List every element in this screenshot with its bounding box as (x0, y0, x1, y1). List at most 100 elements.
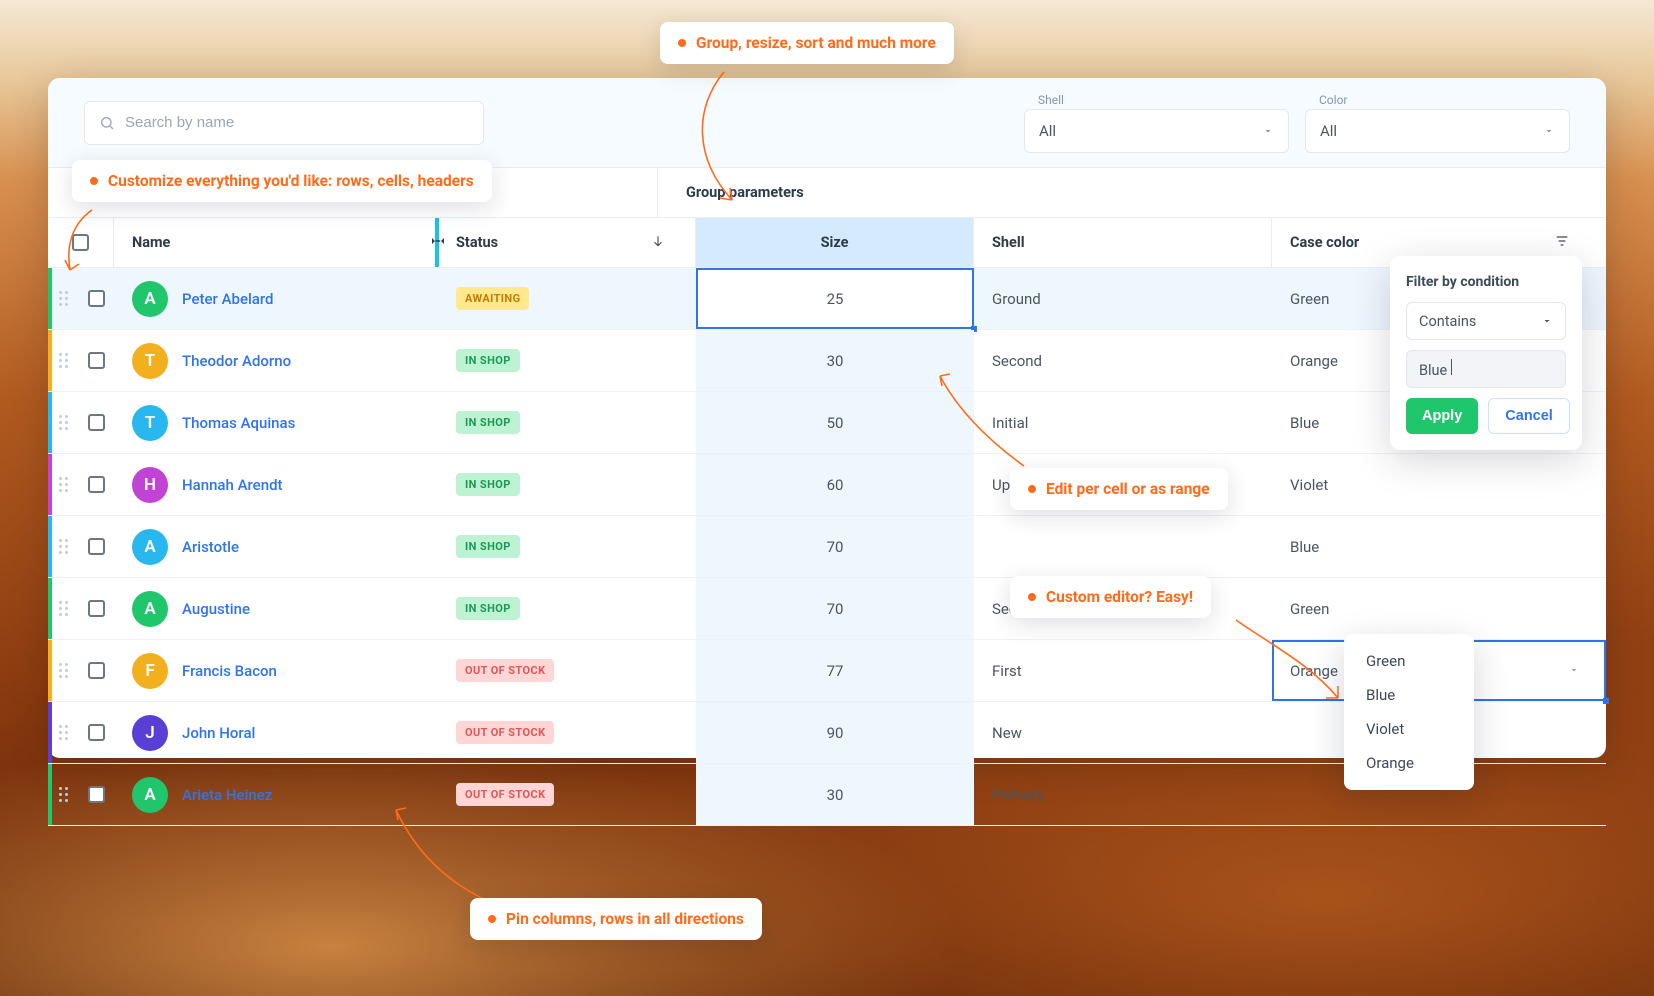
name-cell[interactable]: F Francis Bacon (114, 640, 438, 701)
drag-handle-icon[interactable] (48, 640, 78, 701)
name-cell[interactable]: JJohn Horal (114, 702, 438, 763)
drag-handle-icon[interactable] (48, 578, 78, 639)
size-cell[interactable]: 30 (696, 764, 974, 825)
resize-handle-icon[interactable] (429, 232, 447, 254)
table-row[interactable]: TTheodor AdornoIN SHOP30SecondOrange (48, 330, 1606, 392)
cancel-button[interactable]: Cancel (1488, 398, 1570, 434)
shell-filter-select[interactable]: All (1024, 109, 1289, 153)
case-color-cell[interactable]: Green (1272, 578, 1606, 639)
name-cell[interactable]: APeter Abelard (114, 268, 438, 329)
size-cell[interactable]: 77 (696, 640, 974, 701)
name-link[interactable]: Theodor Adorno (182, 352, 291, 370)
row-checkbox[interactable] (88, 662, 105, 679)
color-filter-select[interactable]: All (1305, 109, 1570, 153)
status-badge: OUT OF STOCK (456, 783, 554, 806)
search-input[interactable] (125, 114, 469, 131)
bullet-icon (90, 177, 98, 185)
status-badge: IN SHOP (456, 535, 520, 558)
search-input-wrapper[interactable] (84, 101, 484, 145)
size-cell[interactable]: 70 (696, 578, 974, 639)
dropdown-option[interactable]: Blue (1344, 678, 1474, 712)
drag-handle-icon[interactable] (48, 454, 78, 515)
chevron-down-icon[interactable] (1568, 662, 1580, 680)
row-checkbox[interactable] (88, 786, 105, 803)
status-badge: IN SHOP (456, 411, 520, 434)
size-cell[interactable]: 70 (696, 516, 974, 577)
shell-cell[interactable]: Initial (974, 392, 1272, 453)
name-link[interactable]: Peter Abelard (182, 290, 274, 308)
header-size[interactable]: Size (696, 218, 974, 267)
shell-cell[interactable]: Second (974, 330, 1272, 391)
header-name[interactable]: Name (114, 218, 438, 267)
row-checkbox[interactable] (88, 352, 105, 369)
row-checkbox[interactable] (88, 600, 105, 617)
name-cell[interactable]: AArieta Heinez (114, 764, 438, 825)
row-checkbox-cell[interactable] (78, 392, 114, 453)
header-status[interactable]: Status (438, 218, 696, 267)
row-checkbox[interactable] (88, 290, 105, 307)
name-cell[interactable]: HHannah Arendt (114, 454, 438, 515)
name-link[interactable]: Arieta Heinez (182, 786, 272, 804)
drag-handle-icon[interactable] (48, 516, 78, 577)
drag-handle-icon[interactable] (48, 268, 78, 329)
row-checkbox[interactable] (88, 538, 105, 555)
size-cell[interactable]: 50 (696, 392, 974, 453)
header-checkbox-cell[interactable] (48, 218, 114, 267)
name-cell[interactable]: TThomas Aquinas (114, 392, 438, 453)
filter-icon[interactable] (1554, 233, 1570, 253)
header-shell[interactable]: Shell (974, 218, 1272, 267)
table-row[interactable]: HHannah ArendtIN SHOP60UpdatedViolet (48, 454, 1606, 516)
table-row[interactable]: APeter AbelardAWAITING25GroundGreen (48, 268, 1606, 330)
size-cell[interactable]: 90 (696, 702, 974, 763)
shell-cell[interactable]: First (974, 640, 1272, 701)
row-accent (48, 702, 52, 763)
name-link[interactable]: Augustine (182, 600, 250, 618)
avatar: F (132, 653, 168, 689)
row-checkbox-cell[interactable] (78, 330, 114, 391)
color-dropdown-menu[interactable]: GreenBlueVioletOrange (1344, 634, 1474, 790)
name-link[interactable]: Aristotle (182, 538, 239, 556)
row-checkbox[interactable] (88, 414, 105, 431)
shell-cell[interactable]: Primary (974, 764, 1272, 825)
drag-handle-icon[interactable] (48, 330, 78, 391)
filter-operator-select[interactable]: Contains (1406, 302, 1566, 340)
row-checkbox-cell[interactable] (78, 702, 114, 763)
shell-cell[interactable] (974, 516, 1272, 577)
table-row[interactable]: A Aristotle IN SHOP 70 Blue (48, 516, 1606, 578)
apply-button[interactable]: Apply (1406, 398, 1478, 434)
dropdown-option[interactable]: Orange (1344, 746, 1474, 780)
size-cell[interactable]: 25 (696, 268, 974, 329)
row-checkbox-cell[interactable] (78, 516, 114, 577)
dropdown-option[interactable]: Violet (1344, 712, 1474, 746)
drag-handle-icon[interactable] (48, 764, 78, 825)
table-row[interactable]: TThomas AquinasIN SHOP50InitialBlue (48, 392, 1606, 454)
drag-handle-icon[interactable] (48, 392, 78, 453)
row-checkbox[interactable] (88, 724, 105, 741)
size-cell[interactable]: 60 (696, 454, 974, 515)
row-checkbox-cell[interactable] (78, 268, 114, 329)
dropdown-option[interactable]: Green (1344, 644, 1474, 678)
name-link[interactable]: Hannah Arendt (182, 476, 283, 494)
name-cell[interactable]: A Aristotle (114, 516, 438, 577)
name-cell[interactable]: AAugustine (114, 578, 438, 639)
filter-value-input[interactable]: Blue (1406, 350, 1566, 388)
case-color-cell[interactable]: Violet (1272, 454, 1606, 515)
name-link[interactable]: John Horal (182, 724, 255, 742)
name-link[interactable]: Francis Bacon (182, 662, 277, 680)
row-checkbox-cell[interactable] (78, 640, 114, 701)
table-row[interactable]: AAugustineIN SHOP70SecondGreen (48, 578, 1606, 640)
name-link[interactable]: Thomas Aquinas (182, 414, 295, 432)
row-checkbox-cell[interactable] (78, 454, 114, 515)
row-checkbox-cell[interactable] (78, 764, 114, 825)
case-color-cell[interactable]: Blue (1272, 516, 1606, 577)
shell-cell[interactable]: Ground (974, 268, 1272, 329)
select-all-checkbox[interactable] (72, 234, 89, 251)
row-checkbox[interactable] (88, 476, 105, 493)
size-cell[interactable]: 30 (696, 330, 974, 391)
sort-desc-icon[interactable] (651, 234, 665, 252)
avatar: A (132, 529, 168, 565)
name-cell[interactable]: TTheodor Adorno (114, 330, 438, 391)
row-checkbox-cell[interactable] (78, 578, 114, 639)
shell-cell[interactable]: New (974, 702, 1272, 763)
drag-handle-icon[interactable] (48, 702, 78, 763)
